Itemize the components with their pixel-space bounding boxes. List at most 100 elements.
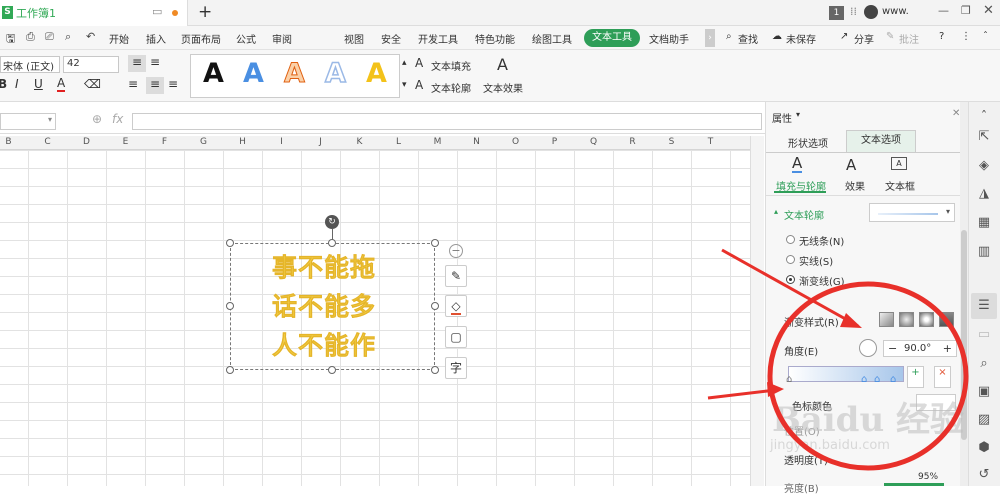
- gradient-stop-handle[interactable]: ⌂: [874, 374, 880, 385]
- gradient-rect-swatch[interactable]: [919, 312, 934, 327]
- gradient-stop-handle[interactable]: ⌂: [786, 374, 792, 385]
- history-icon[interactable]: ↺: [975, 466, 993, 484]
- effects-icon[interactable]: A: [846, 156, 856, 174]
- comment-button[interactable]: 批注: [899, 31, 919, 46]
- column-header-cell[interactable]: I: [262, 137, 301, 147]
- resize-handle[interactable]: [226, 366, 234, 374]
- column-header-cell[interactable]: C: [28, 137, 67, 147]
- window-count-badge[interactable]: 1: [829, 6, 844, 20]
- resize-handle[interactable]: [431, 366, 439, 374]
- angle-stepper[interactable]: − 90.0° +: [883, 340, 957, 357]
- column-header-cell[interactable]: E: [106, 137, 145, 147]
- table-icon[interactable]: ▦: [975, 214, 993, 232]
- column-header-cell[interactable]: O: [496, 137, 535, 147]
- text-effect-icon[interactable]: A: [497, 55, 508, 74]
- gradient-stop-handle[interactable]: ⌂: [861, 374, 867, 385]
- column-header-cell[interactable]: T: [691, 137, 730, 147]
- text-outline-icon[interactable]: A: [415, 78, 423, 92]
- formula-input[interactable]: [132, 113, 762, 130]
- column-header-cell[interactable]: M: [418, 137, 457, 147]
- rotate-handle-icon[interactable]: ↻: [325, 215, 339, 229]
- menu-view[interactable]: 视图: [344, 31, 364, 46]
- text-effect-button[interactable]: 文本效果: [483, 80, 523, 95]
- text-style-blue[interactable]: A: [243, 58, 264, 89]
- search-icon[interactable]: ⌕: [726, 31, 732, 42]
- minimize-button[interactable]: —: [938, 4, 949, 17]
- column-header-cell[interactable]: K: [340, 137, 379, 147]
- menu-formulas[interactable]: 公式: [236, 31, 256, 46]
- column-header-cell[interactable]: J: [301, 137, 340, 147]
- menu-doc-assistant[interactable]: 文档助手: [649, 31, 689, 46]
- eraser-icon[interactable]: ⌫: [84, 77, 101, 91]
- gradient-stop-handle[interactable]: ⌂: [890, 374, 896, 385]
- brightness-value[interactable]: 95%: [918, 472, 938, 482]
- text-outline-button[interactable]: 文本轮廓: [431, 80, 471, 95]
- text-fill-icon[interactable]: A: [415, 56, 423, 70]
- pane-title-dropdown-icon[interactable]: ▾: [796, 110, 800, 119]
- add-stop-icon[interactable]: +: [907, 366, 924, 388]
- bold-button[interactable]: B: [0, 77, 7, 91]
- zoom-formula-icon[interactable]: ⊕: [92, 112, 102, 126]
- gallery-up-icon[interactable]: ▴: [402, 58, 407, 68]
- font-size-select[interactable]: 42: [63, 56, 119, 73]
- gradient-path-swatch[interactable]: [939, 312, 954, 327]
- apps-grid-icon[interactable]: ⁞⁞: [850, 5, 857, 18]
- subtab-effects[interactable]: 效果: [845, 178, 865, 193]
- undo-icon[interactable]: ↶: [86, 30, 95, 43]
- search-button[interactable]: 查找: [738, 31, 758, 46]
- option-gradient-line[interactable]: 渐变线(G): [799, 273, 845, 288]
- user-name[interactable]: www.: [882, 6, 909, 17]
- radio-no-line[interactable]: [786, 235, 795, 244]
- text-style-black[interactable]: A: [203, 58, 224, 89]
- outline-button[interactable]: ▢: [445, 326, 467, 348]
- find-icon[interactable]: ⌕: [975, 355, 993, 373]
- print-icon[interactable]: ⎚: [45, 30, 54, 44]
- export-icon[interactable]: ⎙: [26, 30, 35, 44]
- menu-drawing-tools[interactable]: 绘图工具: [532, 31, 572, 46]
- clipboard-icon[interactable]: ▣: [975, 383, 993, 401]
- outline-preview-dropdown[interactable]: ▾: [869, 203, 955, 222]
- cursor-icon[interactable]: ⇱: [975, 128, 993, 146]
- radio-gradient-line[interactable]: [786, 275, 795, 284]
- menu-developer[interactable]: 开发工具: [418, 31, 458, 46]
- column-header-cell[interactable]: F: [145, 137, 184, 147]
- subtab-textbox[interactable]: 文本框: [885, 178, 915, 193]
- resize-handle[interactable]: [226, 239, 234, 247]
- align-middle-icon[interactable]: ≡: [150, 55, 160, 69]
- column-header-cell[interactable]: G: [184, 137, 223, 147]
- help-button[interactable]: ?: [939, 31, 944, 42]
- text-fill-button[interactable]: 文本填充: [431, 58, 471, 73]
- name-box[interactable]: ▾: [0, 113, 56, 130]
- save-icon[interactable]: 🖫: [6, 30, 15, 49]
- remove-stop-icon[interactable]: ×: [934, 366, 951, 388]
- maximize-button[interactable]: ❐: [961, 4, 971, 17]
- shapes-icon[interactable]: ◈: [975, 157, 993, 175]
- style-icon[interactable]: ◮: [975, 185, 993, 203]
- collapse-ribbon-icon[interactable]: ˆ: [983, 31, 988, 42]
- image-icon[interactable]: ▨: [975, 411, 993, 429]
- gradient-radial-swatch[interactable]: [899, 312, 914, 327]
- menu-special[interactable]: 特色功能: [475, 31, 515, 46]
- monitor-icon[interactable]: ▭: [152, 5, 162, 18]
- text-style-gold[interactable]: A: [366, 58, 387, 89]
- menu-review[interactable]: 审阅: [272, 31, 292, 46]
- italic-button[interactable]: I: [15, 77, 19, 91]
- menu-page-layout[interactable]: 页面布局: [181, 31, 221, 46]
- new-tab-button[interactable]: +: [198, 2, 212, 22]
- textbox-icon[interactable]: A: [891, 157, 907, 170]
- close-button[interactable]: ✕: [983, 3, 994, 18]
- menu-home[interactable]: 开始: [109, 31, 129, 46]
- preview-icon[interactable]: ⌕: [65, 30, 71, 44]
- gradient-bar[interactable]: [788, 366, 904, 382]
- avatar[interactable]: [864, 5, 878, 19]
- font-color-button[interactable]: A: [57, 77, 66, 92]
- shield-icon[interactable]: ⬢: [975, 439, 993, 457]
- column-header-cell[interactable]: S: [652, 137, 691, 147]
- text-style-outline-blue[interactable]: A: [324, 57, 346, 90]
- option-solid-line[interactable]: 实线(S): [799, 253, 833, 268]
- column-header-cell[interactable]: Q: [574, 137, 613, 147]
- text-line-1[interactable]: 事不能拖: [272, 248, 376, 284]
- text-style-orange[interactable]: A: [284, 58, 306, 90]
- column-header-cell[interactable]: R: [613, 137, 652, 147]
- fx-icon[interactable]: fx: [112, 112, 123, 126]
